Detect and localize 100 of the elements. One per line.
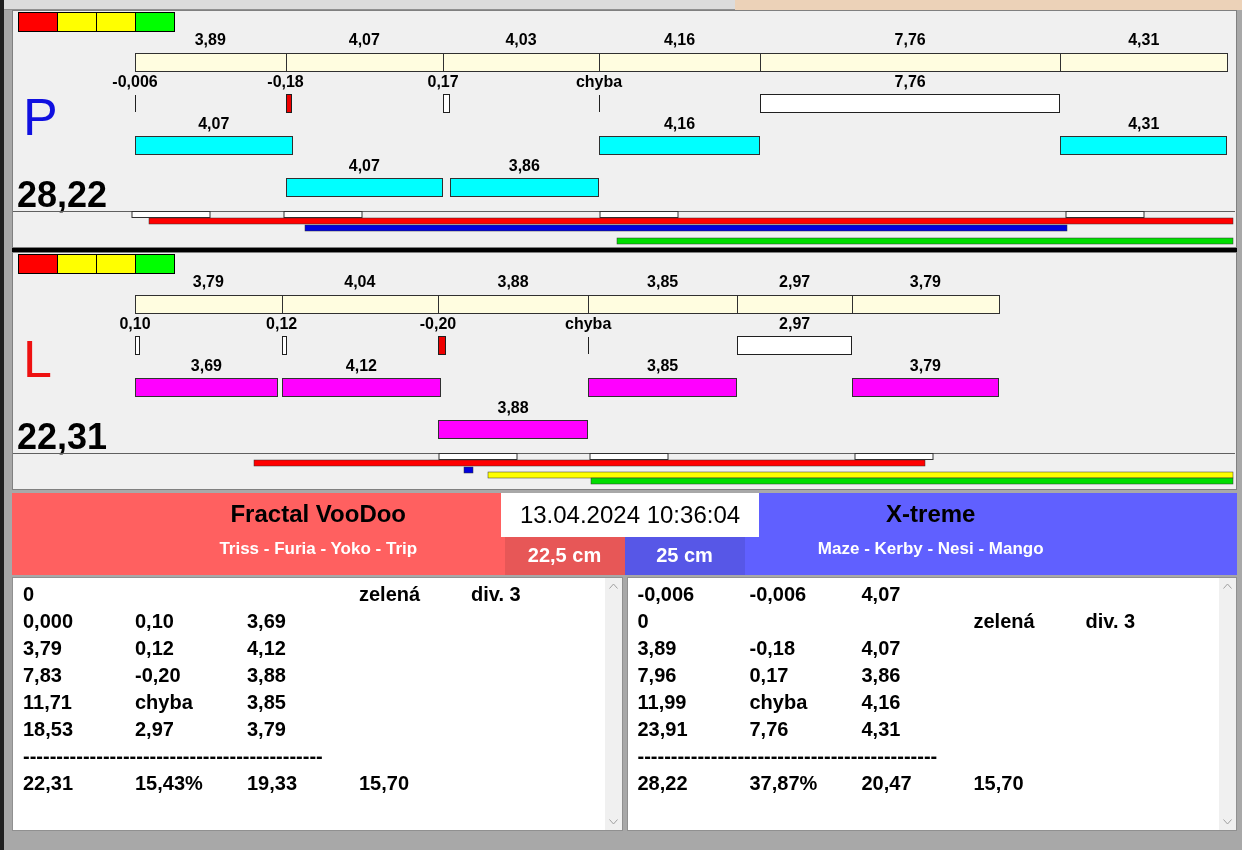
time-label: -0,006: [112, 73, 158, 91]
result-value: 20,47: [861, 772, 912, 794]
result-value: 0,000: [23, 610, 74, 632]
result-value: 15,43%: [135, 772, 203, 794]
scroll-up-icon[interactable]: [608, 583, 618, 589]
result-value: div. 3: [471, 583, 521, 605]
result-value: 28,22: [637, 772, 688, 794]
time-label: 7,76: [894, 31, 926, 49]
time-label: 4,03: [505, 31, 537, 49]
time-label: 7,76: [894, 73, 926, 91]
height-badge: 22,5 cm: [504, 535, 625, 575]
result-value: 4,12: [247, 637, 286, 659]
traffic-light-icon: [18, 254, 175, 274]
team-name: X-treme: [886, 499, 976, 529]
fault-bar: [285, 94, 293, 113]
result-value: 7,76: [749, 718, 789, 740]
result-value: 4,07: [861, 583, 901, 605]
result-value: 11,71: [23, 691, 72, 713]
time-label: 4,16: [663, 31, 696, 49]
time-label: 2,97: [779, 315, 811, 333]
result-value: 18,53: [23, 718, 74, 740]
time-label: 3,85: [647, 357, 679, 375]
result-value: 3,79: [247, 718, 286, 740]
time-label: 4,12: [345, 357, 377, 375]
result-value: 22,31: [23, 772, 74, 794]
tick-mark: [588, 337, 590, 354]
tick-mark: [135, 95, 136, 112]
result-value: 3,85: [247, 691, 286, 713]
scroll-down-icon[interactable]: [1223, 819, 1232, 825]
time-label: 3,88: [497, 399, 529, 417]
dog-names: Triss - Furia - Yoko - Trip: [219, 538, 418, 560]
time-label: 4,31: [1128, 115, 1160, 133]
result-value: 2,97: [135, 718, 174, 740]
result-value: 3,86: [861, 664, 901, 686]
result-value: chyba: [749, 691, 808, 713]
result-value: -0,18: [749, 637, 796, 659]
time-label: 3,88: [497, 273, 529, 291]
result-value: -0,006: [637, 583, 695, 605]
result-value: 0: [637, 610, 649, 632]
total-time: 22,31: [17, 417, 108, 457]
time-label: 2,97: [779, 273, 811, 291]
height-badge: 25 cm: [624, 535, 745, 575]
total-time: 28,22: [17, 175, 108, 215]
time-label: chyba: [575, 73, 623, 91]
result-value: 7,83: [23, 664, 62, 686]
result-value: 4,16: [861, 691, 901, 713]
time-label: 4,07: [198, 115, 230, 133]
result-value: 0,17: [749, 664, 789, 686]
time-label: 0,10: [119, 315, 151, 333]
result-value: 0,12: [135, 637, 174, 659]
time-label: 4,16: [663, 115, 696, 133]
time-label: chyba: [565, 315, 612, 333]
result-value: 19,33: [247, 772, 298, 794]
side-letter: L: [23, 331, 52, 387]
result-value: 11,99: [637, 691, 687, 713]
side-letter: P: [23, 89, 58, 145]
result-value: 0,10: [135, 610, 174, 632]
gap-bar: [443, 94, 450, 113]
time-label: 0,12: [266, 315, 298, 333]
fault-bar: [438, 336, 446, 355]
result-value: 23,91: [637, 718, 688, 740]
result-value: div. 3: [1085, 610, 1136, 632]
time-label: 4,07: [348, 157, 380, 175]
traffic-light-icon: [18, 12, 175, 32]
time-label: 3,79: [909, 273, 941, 291]
result-value: 3,69: [247, 610, 286, 632]
result-value: -0,006: [749, 583, 807, 605]
time-label: 4,04: [344, 273, 376, 291]
scroll-down-icon[interactable]: [608, 819, 618, 825]
result-value: 37,87%: [749, 772, 818, 794]
time-label: 3,69: [190, 357, 222, 375]
result-value: 4,07: [861, 637, 901, 659]
result-value: 3,88: [247, 664, 286, 686]
result-value: 3,79: [23, 637, 62, 659]
time-label: 3,85: [647, 273, 679, 291]
result-value: chyba: [135, 691, 193, 713]
result-value: 15,70: [973, 772, 1024, 794]
time-label: 0,17: [427, 73, 459, 91]
result-value: -0,20: [135, 664, 181, 686]
timestamp: 13.04.2024 10:36:04: [501, 493, 759, 537]
scroll-up-icon[interactable]: [1223, 583, 1232, 589]
time-label: -0,20: [419, 315, 457, 333]
time-label: -0,18: [267, 73, 304, 91]
result-value: zelená: [973, 610, 1035, 632]
time-label: 4,31: [1128, 31, 1160, 49]
tick-mark: [599, 95, 600, 112]
dog-names: Maze - Kerby - Nesi - Mango: [817, 538, 1044, 560]
separator-text: ---------------------------------------------: [23, 744, 323, 769]
time-label: 4,07: [348, 31, 380, 49]
result-value: 3,89: [637, 637, 677, 659]
time-label: 3,79: [909, 357, 941, 375]
time-label: 3,86: [508, 157, 540, 175]
team-name: Fractal VooDoo: [230, 499, 407, 529]
gap-bar: [135, 336, 140, 355]
result-value: 15,70: [359, 772, 410, 794]
result-value: 4,31: [861, 718, 901, 740]
separator-text: ---------------------------------------------: [637, 744, 938, 769]
gap-bar: [281, 336, 287, 355]
time-label: 3,79: [192, 273, 224, 291]
result-value: 0: [23, 583, 35, 605]
